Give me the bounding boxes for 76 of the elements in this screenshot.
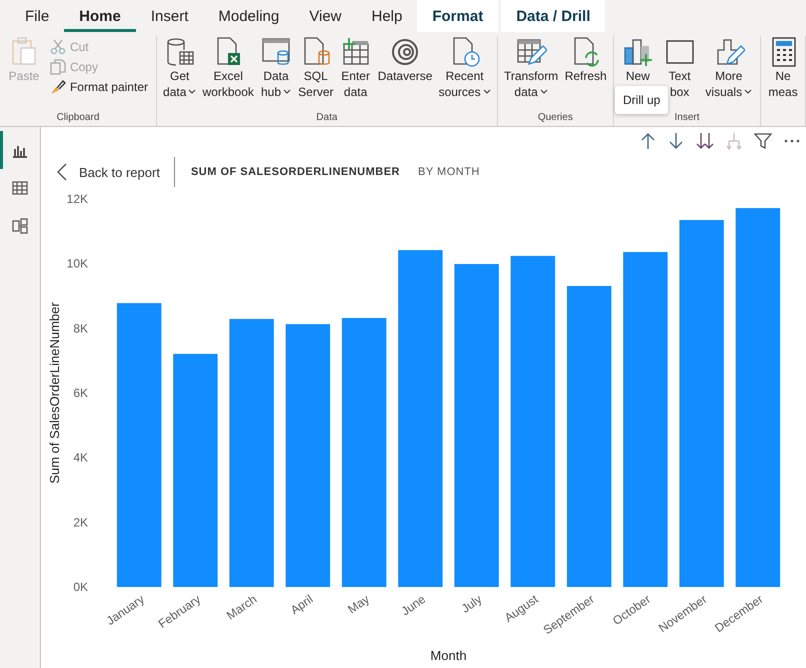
- caret-icon: [540, 89, 548, 95]
- group-label: Clipboard: [56, 112, 100, 125]
- visual-title: SUM OF SALESORDERLINENUMBER: [190, 166, 400, 178]
- bar[interactable]: [173, 354, 218, 587]
- ribbon-button[interactable]: Transform data: [502, 36, 560, 100]
- group-label: Queries: [536, 112, 574, 125]
- ribbon-button[interactable]: Dataverse: [376, 36, 434, 84]
- double-arrow-down-icon: [696, 132, 714, 150]
- ribbon-button[interactable]: Get data: [161, 36, 198, 100]
- x-tick-label: May: [345, 592, 372, 616]
- arrow-down-icon: [668, 132, 684, 150]
- bar[interactable]: [342, 318, 386, 587]
- arrow-up-icon: [640, 132, 656, 150]
- chevron-left-icon: [57, 163, 67, 181]
- copy-icon: [50, 59, 66, 75]
- x-axis-title: Month: [430, 648, 467, 663]
- bar[interactable]: [454, 264, 499, 587]
- toolbar-button[interactable]: [784, 138, 800, 144]
- bar[interactable]: [116, 303, 162, 587]
- caret-icon: [744, 89, 752, 95]
- menu-tab[interactable]: Data / Drill: [501, 0, 606, 32]
- model-icon: [12, 218, 28, 234]
- ribbon-button[interactable]: Ne meas: [765, 36, 802, 100]
- bar[interactable]: [229, 318, 274, 587]
- y-tick-label: 10K: [66, 256, 88, 271]
- toolbar-button[interactable]: [696, 132, 714, 150]
- y-tick-label: 4K: [73, 450, 88, 465]
- database-window-icon: [260, 36, 292, 68]
- menu-tab[interactable]: Modeling: [203, 0, 294, 32]
- table-icon: [12, 180, 28, 196]
- bar[interactable]: [623, 252, 668, 587]
- caret-icon: [283, 89, 292, 95]
- menu-tab[interactable]: Help: [356, 0, 418, 32]
- menu-tab[interactable]: Format: [417, 0, 498, 32]
- group-label: Data: [315, 112, 338, 125]
- menu-tab[interactable]: File: [10, 0, 64, 32]
- caret-icon: [482, 89, 491, 95]
- ribbon-button[interactable]: Data hub: [258, 36, 294, 100]
- x-tick-label: June: [398, 592, 428, 618]
- ribbon-button[interactable]: Enter data: [338, 36, 374, 100]
- filter-icon: [754, 132, 772, 150]
- toolbar-button[interactable]: [668, 132, 684, 150]
- paintbrush-icon: [50, 79, 66, 95]
- x-tick-label: July: [458, 592, 484, 616]
- y-tick-label: 0K: [73, 580, 88, 594]
- y-tick-label: 6K: [73, 386, 88, 400]
- ribbon-button[interactable]: Excel workbook: [200, 36, 256, 100]
- menu-tab[interactable]: Home: [64, 0, 136, 32]
- group-label: Insert: [673, 112, 700, 125]
- toolbar-button[interactable]: [754, 132, 772, 150]
- bar[interactable]: [736, 208, 780, 587]
- y-axis-title: Sum of SalesOrderLineNumber: [47, 302, 62, 484]
- bar[interactable]: [679, 220, 724, 587]
- ribbon-button[interactable]: Refresh: [562, 36, 609, 84]
- hierarchy-icon: [726, 132, 742, 150]
- scissors-icon: [50, 39, 66, 55]
- back-to-report-link[interactable]: Back to report: [57, 157, 175, 187]
- ribbon-button[interactable]: More visuals: [703, 36, 754, 100]
- more-icon: [784, 138, 800, 144]
- caret-icon: [188, 89, 196, 95]
- bar[interactable]: [566, 286, 612, 587]
- bar[interactable]: [510, 256, 556, 587]
- menu-tab[interactable]: View: [294, 0, 356, 32]
- bar[interactable]: [286, 324, 330, 587]
- y-tick-label: 8K: [73, 321, 88, 336]
- toolbar-button[interactable]: [640, 132, 656, 150]
- ribbon-button[interactable]: SQL Server: [296, 36, 336, 100]
- menu-tab[interactable]: Insert: [136, 0, 204, 32]
- visual-subtitle: BY MONTH: [418, 166, 480, 178]
- bar[interactable]: [398, 250, 443, 587]
- y-tick-label: 12K: [66, 192, 88, 206]
- tooltip: Drill up: [615, 86, 668, 114]
- ribbon-button[interactable]: Recent sources: [436, 36, 493, 100]
- format-painter-button[interactable]: Format painter: [48, 78, 150, 96]
- y-tick-label: 2K: [73, 515, 88, 530]
- ribbon-button[interactable]: New: [620, 36, 656, 84]
